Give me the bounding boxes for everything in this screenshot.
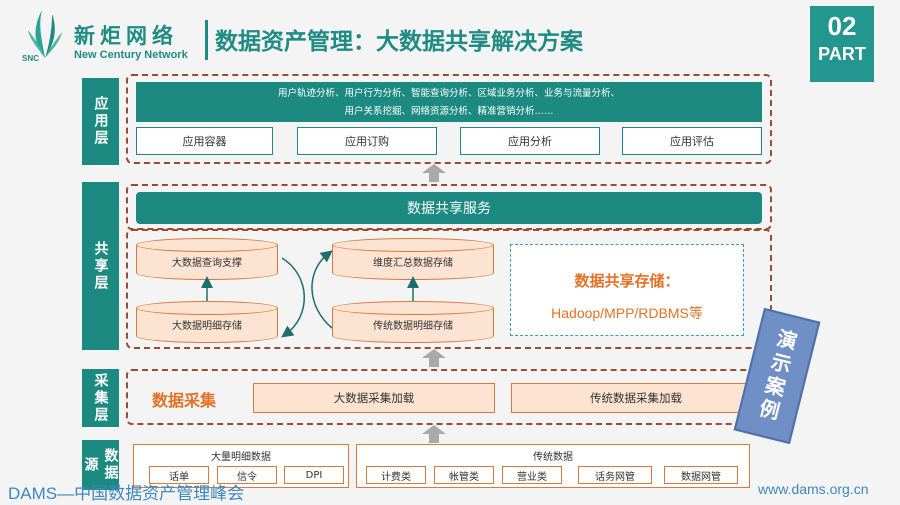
footer-summit-name: DAMS—中国数据资产管理峰会	[8, 484, 245, 503]
part-number: 02	[827, 11, 857, 41]
collect-button-bigdata[interactable]: 大数据采集加载	[253, 383, 495, 413]
layer-label-collect: 采集层	[82, 369, 119, 427]
logo-text-cn: 新炬网络	[74, 24, 178, 48]
share-storage-subtitle: Hadoop/MPP/RDBMS等	[551, 305, 703, 321]
share-storage-box: 数据共享存储： Hadoop/MPP/RDBMS等	[510, 244, 744, 336]
source-item-billing[interactable]: 计费类	[366, 466, 426, 484]
app-analysis-line1: 用户轨迹分析、用户行为分析、智能查询分析、区域业务分析、业务与流量分析、	[277, 88, 620, 99]
share-storage-title: 数据共享存储：	[574, 272, 680, 290]
up-arrow-icon	[422, 425, 446, 443]
header-divider	[205, 20, 208, 60]
logo-text-en: New Century Network	[74, 49, 188, 61]
layer-label-share: 共享层	[82, 182, 119, 350]
share-service-bar: 数据共享服务	[136, 192, 762, 224]
app-button-container[interactable]: 应用容器	[136, 127, 273, 155]
collect-title: 数据采集	[152, 391, 217, 410]
up-arrow-icon	[422, 164, 446, 182]
flow-arrows	[201, 250, 419, 338]
app-button-analysis[interactable]: 应用分析	[460, 127, 600, 155]
source-item-dpi[interactable]: DPI	[284, 466, 344, 484]
logo-icon	[28, 10, 62, 58]
source-item-business[interactable]: 营业类	[502, 466, 562, 484]
source-item-traffic-nms[interactable]: 话务网管	[578, 466, 652, 484]
app-analysis-line2: 用户关系挖掘、网络资源分析、精准营销分析……	[344, 106, 554, 117]
page-title: 数据资产管理：大数据共享解决方案	[215, 29, 583, 55]
source-item-account[interactable]: 帐管类	[434, 466, 494, 484]
up-arrow-icon	[422, 349, 446, 367]
app-button-order[interactable]: 应用订购	[297, 127, 437, 155]
source-group-title: 传统数据	[533, 452, 573, 463]
part-label: PART	[818, 44, 866, 64]
app-analysis-bar: 用户轨迹分析、用户行为分析、智能查询分析、区域业务分析、业务与流量分析、 用户关…	[136, 82, 762, 122]
footer-url[interactable]: www.dams.org.cn	[758, 481, 868, 497]
app-button-evaluate[interactable]: 应用评估	[622, 127, 762, 155]
source-item-data-nms[interactable]: 数据网管	[664, 466, 738, 484]
part-badge: 02 PART	[810, 6, 874, 82]
collect-button-traditional[interactable]: 传统数据采集加载	[511, 383, 761, 413]
logo-text-snc: SNC	[22, 54, 39, 63]
layer-label-app: 应用层	[82, 78, 119, 165]
source-group-title: 大量明细数据	[211, 452, 271, 463]
